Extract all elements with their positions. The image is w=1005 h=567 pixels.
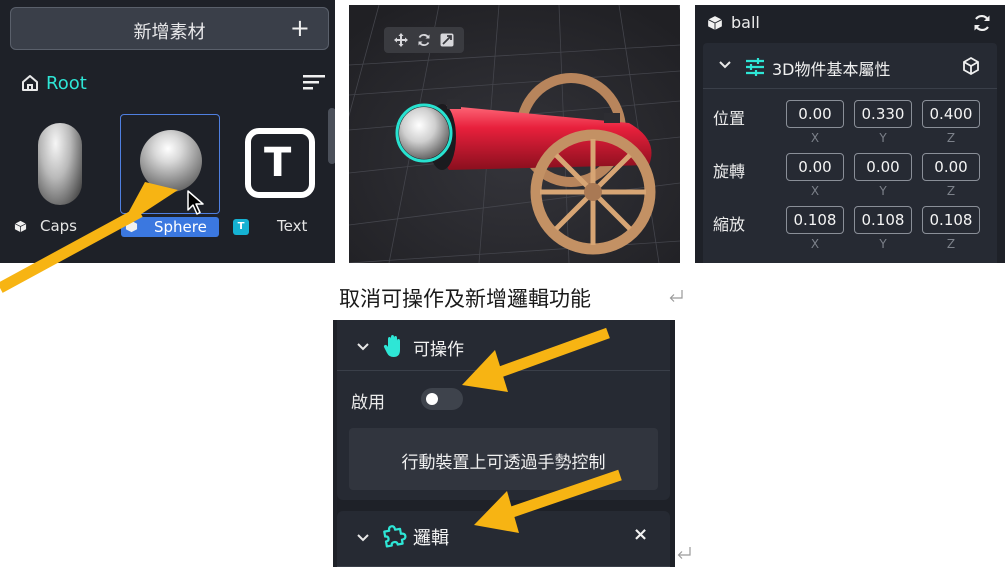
operable-header[interactable]: 可操作	[337, 320, 670, 371]
operable-section: 可操作 啟用 行動裝置上可透過手勢控制	[337, 320, 670, 500]
sphere-thumbnail[interactable]	[140, 130, 202, 192]
sphere-label: Sphere	[154, 218, 207, 236]
cube-icon	[125, 220, 138, 233]
text-thumbnail[interactable]: T	[245, 128, 315, 198]
sort-icon[interactable]	[303, 74, 325, 90]
properties-panel: ball 3D物件基本屬性 位置 0.00 0.330 0.400 X Y Z …	[695, 5, 1005, 263]
basic-properties-section: 3D物件基本屬性 位置 0.00 0.330 0.400 X Y Z 旋轉 0.…	[703, 43, 997, 263]
axis-label-x: X	[810, 184, 820, 198]
root-breadcrumb[interactable]: Root	[20, 70, 87, 96]
gesture-hint-text: 行動裝置上可透過手勢控制	[401, 453, 606, 473]
position-y-input[interactable]: 0.330	[854, 100, 912, 128]
rotation-label: 旋轉	[713, 162, 746, 181]
cannon-model[interactable]	[349, 5, 680, 263]
scale-z-input[interactable]: 0.108	[922, 206, 980, 234]
scale-x-input[interactable]: 0.108	[786, 206, 844, 234]
position-x-input[interactable]: 0.00	[786, 100, 844, 128]
root-label: Root	[46, 72, 87, 94]
enable-toggle[interactable]	[421, 388, 463, 410]
add-asset-label: 新增素材	[133, 22, 206, 43]
text-type-icon: T	[233, 219, 249, 235]
caption-text: 取消可操作及新增邏輯功能	[339, 287, 591, 311]
cube-icon	[707, 15, 723, 30]
object-name-row: ball	[707, 13, 760, 32]
close-icon[interactable]: ×	[633, 524, 648, 545]
sliders-icon	[746, 58, 764, 76]
refresh-icon[interactable]	[972, 13, 992, 33]
scale-y-input[interactable]: 0.108	[854, 206, 912, 234]
object-name: ball	[731, 13, 760, 32]
position-z-input[interactable]: 0.400	[922, 100, 980, 128]
text-label: Text	[277, 217, 308, 235]
hand-icon	[383, 335, 400, 357]
viewport-3d[interactable]	[349, 5, 680, 263]
basic-properties-header[interactable]: 3D物件基本屬性	[703, 43, 997, 89]
screenshot-root: 新增素材 + Root T Caps Sphere T Text ball 3D…	[0, 0, 1005, 567]
rotation-y-input[interactable]: 0.00	[854, 153, 912, 181]
capsule-label: Caps	[40, 217, 78, 235]
toggle-knob	[426, 393, 438, 405]
rotation-z-input[interactable]: 0.00	[922, 153, 980, 181]
axis-label-x: X	[810, 131, 820, 145]
home-icon	[22, 75, 38, 91]
sphere-item-label[interactable]: Sphere	[121, 217, 219, 237]
puzzle-icon	[383, 525, 407, 548]
cube-icon	[14, 220, 27, 232]
plus-icon: +	[289, 14, 310, 42]
asset-panel: 新增素材 + Root T Caps Sphere T Text	[0, 0, 335, 263]
axis-label-x: X	[810, 237, 820, 251]
logic-title: 邏輯	[413, 528, 449, 549]
basic-properties-title: 3D物件基本屬性	[772, 60, 891, 79]
paragraph-return-icon	[677, 547, 691, 559]
text-item-label[interactable]: Text	[277, 215, 307, 237]
mouse-cursor-icon	[187, 190, 204, 215]
enable-label: 啟用	[351, 393, 385, 413]
scale-label: 縮放	[713, 215, 746, 234]
chevron-down-icon[interactable]	[357, 342, 369, 351]
scrollbar[interactable]	[328, 108, 335, 164]
gesture-hint-box: 行動裝置上可透過手勢控制	[349, 428, 658, 490]
chevron-down-icon[interactable]	[357, 533, 369, 542]
position-label: 位置	[713, 109, 746, 128]
paragraph-return-icon	[669, 290, 683, 302]
logic-section[interactable]: 邏輯 ×	[337, 511, 670, 567]
capsule-item-label[interactable]: Caps	[14, 215, 77, 237]
axis-label-y: Y	[879, 184, 887, 198]
axis-label-y: Y	[879, 131, 887, 145]
axis-label-z: Z	[946, 184, 956, 198]
axis-label-z: Z	[946, 131, 956, 145]
add-asset-button[interactable]: 新增素材 +	[10, 7, 329, 50]
chevron-down-icon[interactable]	[719, 60, 731, 69]
operable-title: 可操作	[413, 340, 464, 360]
capsule-thumbnail[interactable]	[38, 123, 82, 205]
axis-label-z: Z	[946, 237, 956, 251]
behavior-panel: 可操作 啟用 行動裝置上可透過手勢控制 邏輯 ×	[333, 320, 675, 567]
text-thumbnail-glyph: T	[264, 140, 292, 186]
axis-label-y: Y	[879, 237, 887, 251]
rotation-x-input[interactable]: 0.00	[786, 153, 844, 181]
axis-gizmo-icon[interactable]	[961, 56, 981, 76]
